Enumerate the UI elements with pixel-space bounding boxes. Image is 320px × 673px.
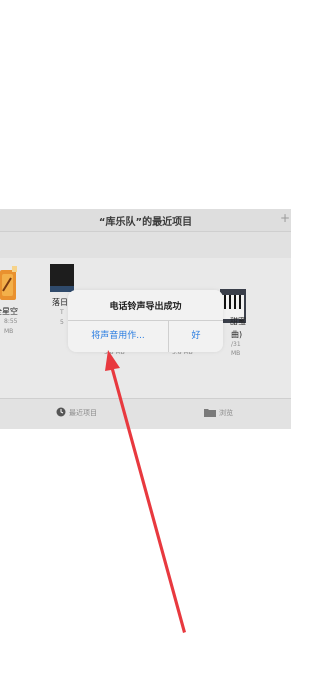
annotation-arrow-icon — [105, 350, 186, 633]
